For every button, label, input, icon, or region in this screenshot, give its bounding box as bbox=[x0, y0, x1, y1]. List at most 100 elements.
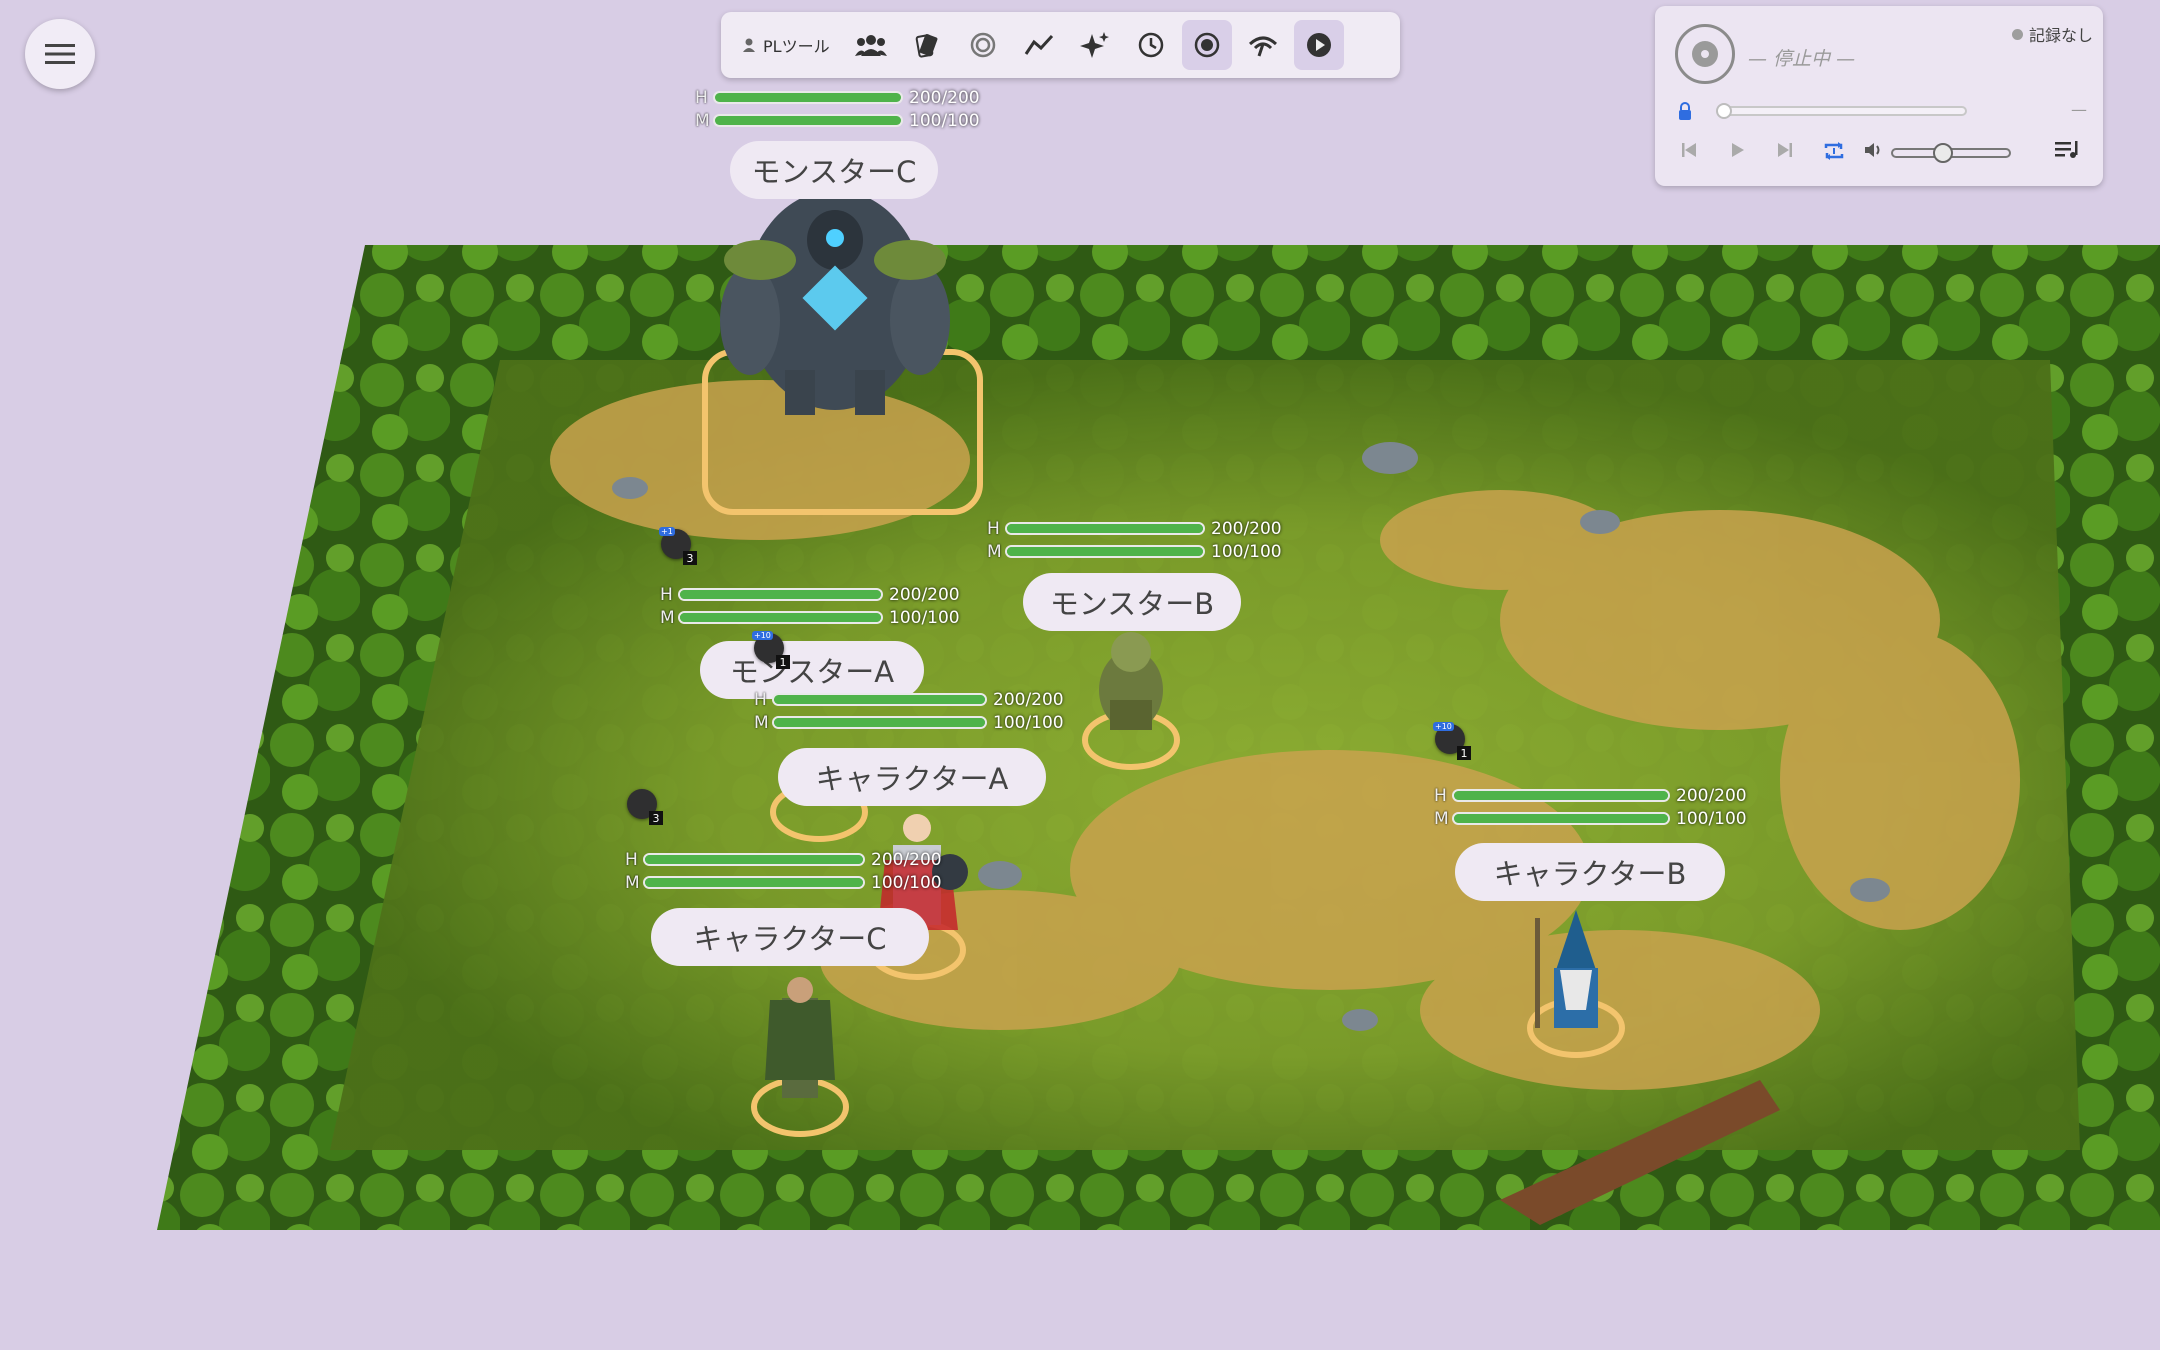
tool-people[interactable] bbox=[846, 20, 896, 70]
chart-line-icon bbox=[1024, 34, 1053, 55]
mp-label: M bbox=[1434, 808, 1449, 829]
mp-label: M bbox=[625, 872, 640, 893]
hp-value: 200/200 bbox=[909, 87, 980, 108]
record-dot-icon bbox=[2011, 28, 2023, 40]
cards-icon bbox=[915, 34, 938, 58]
repeat-one-icon[interactable] bbox=[1822, 140, 1846, 162]
status-effect-marker[interactable]: +10 1 bbox=[752, 631, 790, 669]
tool-record[interactable] bbox=[1181, 20, 1232, 70]
play-circle-icon bbox=[1306, 33, 1331, 57]
tool-sparkle[interactable] bbox=[1070, 20, 1120, 70]
menu-button[interactable] bbox=[25, 19, 95, 89]
hp-value: 200/200 bbox=[993, 689, 1064, 710]
person-icon bbox=[743, 38, 755, 52]
duration: — bbox=[2071, 100, 2087, 119]
effect-count: 1 bbox=[1457, 746, 1471, 760]
volume-icon[interactable] bbox=[1863, 140, 1883, 160]
pl-tools-button[interactable]: PLツール bbox=[731, 22, 840, 68]
hp-label: H bbox=[1434, 785, 1447, 806]
mp-value: 100/100 bbox=[889, 607, 960, 628]
disc-icon bbox=[1675, 24, 1735, 84]
volume-knob[interactable] bbox=[1933, 143, 1953, 163]
playlist-icon[interactable] bbox=[2055, 140, 2081, 160]
mp-value: 100/100 bbox=[1676, 808, 1747, 829]
hp-label: H bbox=[754, 689, 767, 710]
mp-bar bbox=[1005, 545, 1205, 558]
hp-value: 200/200 bbox=[871, 849, 942, 870]
effect-badge: +1 bbox=[659, 527, 675, 536]
hp-label: H bbox=[660, 584, 673, 605]
hp-value: 200/200 bbox=[1676, 785, 1747, 806]
hp-bar bbox=[1452, 789, 1670, 802]
effect-badge: +10 bbox=[1433, 722, 1454, 731]
mp-label: M bbox=[660, 607, 675, 628]
lock-icon[interactable] bbox=[1677, 102, 1693, 120]
clock-icon bbox=[1138, 32, 1163, 58]
volume-slider[interactable] bbox=[1891, 143, 2011, 163]
record-icon bbox=[1194, 32, 1219, 58]
mp-label: M bbox=[695, 110, 710, 131]
effect-count: 3 bbox=[649, 811, 663, 825]
record-status: 記録なし bbox=[2011, 22, 2093, 46]
sparkle-icon bbox=[1079, 32, 1109, 58]
tool-chart[interactable] bbox=[1014, 20, 1064, 70]
hp-bar bbox=[713, 91, 903, 104]
mp-bar bbox=[713, 114, 903, 127]
status-effect-marker[interactable]: +10 1 bbox=[1433, 722, 1471, 760]
mp-value: 100/100 bbox=[909, 110, 980, 131]
mp-bar bbox=[1452, 812, 1670, 825]
effect-badge: +10 bbox=[752, 631, 773, 640]
skip-previous-icon[interactable] bbox=[1679, 140, 1699, 160]
hp-label: H bbox=[695, 87, 708, 108]
hp-bar bbox=[772, 693, 987, 706]
nameplate-monster-c[interactable]: モンスターC bbox=[730, 141, 938, 199]
mp-label: M bbox=[754, 712, 769, 733]
monster-c-stats: H 200/200 M 100/100 bbox=[695, 86, 980, 132]
nameplate-character-c[interactable]: キャラクターC bbox=[651, 908, 929, 966]
seek-knob[interactable] bbox=[1716, 103, 1732, 119]
hamburger-icon bbox=[45, 44, 75, 64]
monster-b-stats: H 200/200 M 100/100 bbox=[987, 517, 1282, 563]
character-c-stats: H 200/200 M 100/100 bbox=[625, 848, 942, 894]
pl-tools-label: PLツール bbox=[763, 37, 830, 56]
bgm-player: — 停止中 — 記録なし — bbox=[1655, 6, 2103, 186]
nameplate-character-b[interactable]: キャラクターB bbox=[1455, 843, 1725, 901]
signal-icon bbox=[1248, 36, 1277, 57]
mp-bar bbox=[678, 611, 883, 624]
nameplate-character-a[interactable]: キャラクターA bbox=[778, 748, 1046, 806]
mp-label: M bbox=[987, 541, 1002, 562]
target-icon bbox=[970, 32, 995, 58]
character-b-stats: H 200/200 M 100/100 bbox=[1434, 784, 1747, 830]
status-effect-marker[interactable]: 3 bbox=[627, 789, 663, 825]
hp-bar bbox=[678, 588, 883, 601]
tool-cards[interactable] bbox=[902, 20, 952, 70]
monster-a-stats: H 200/200 M 100/100 bbox=[660, 583, 960, 629]
record-status-label: 記録なし bbox=[2028, 26, 2093, 45]
hp-label: H bbox=[625, 849, 638, 870]
people-icon bbox=[854, 35, 887, 56]
effect-count: 3 bbox=[683, 551, 697, 565]
tool-clock[interactable] bbox=[1126, 20, 1176, 70]
play-icon[interactable] bbox=[1727, 140, 1747, 160]
tool-signal[interactable] bbox=[1238, 20, 1288, 70]
effect-count: 1 bbox=[776, 655, 790, 669]
mp-value: 100/100 bbox=[1211, 541, 1282, 562]
hp-value: 200/200 bbox=[1211, 518, 1282, 539]
mp-value: 100/100 bbox=[993, 712, 1064, 733]
forest-battle-map[interactable] bbox=[0, 0, 2160, 1350]
status-effect-marker[interactable]: +1 3 bbox=[659, 527, 697, 565]
mp-bar bbox=[643, 876, 865, 889]
hp-label: H bbox=[987, 518, 1000, 539]
nameplate-monster-b[interactable]: モンスターB bbox=[1023, 573, 1241, 631]
mp-bar bbox=[772, 716, 987, 729]
tool-play[interactable] bbox=[1293, 20, 1344, 70]
skip-next-icon[interactable] bbox=[1775, 140, 1795, 160]
mp-value: 100/100 bbox=[871, 872, 942, 893]
character-a-stats: H 200/200 M 100/100 bbox=[754, 688, 1064, 734]
tool-target[interactable] bbox=[958, 20, 1008, 70]
hp-value: 200/200 bbox=[889, 584, 960, 605]
hp-bar bbox=[643, 853, 865, 866]
main-toolbar: PLツール bbox=[721, 12, 1400, 78]
hp-bar bbox=[1005, 522, 1205, 535]
seek-bar[interactable] bbox=[1716, 103, 1967, 119]
